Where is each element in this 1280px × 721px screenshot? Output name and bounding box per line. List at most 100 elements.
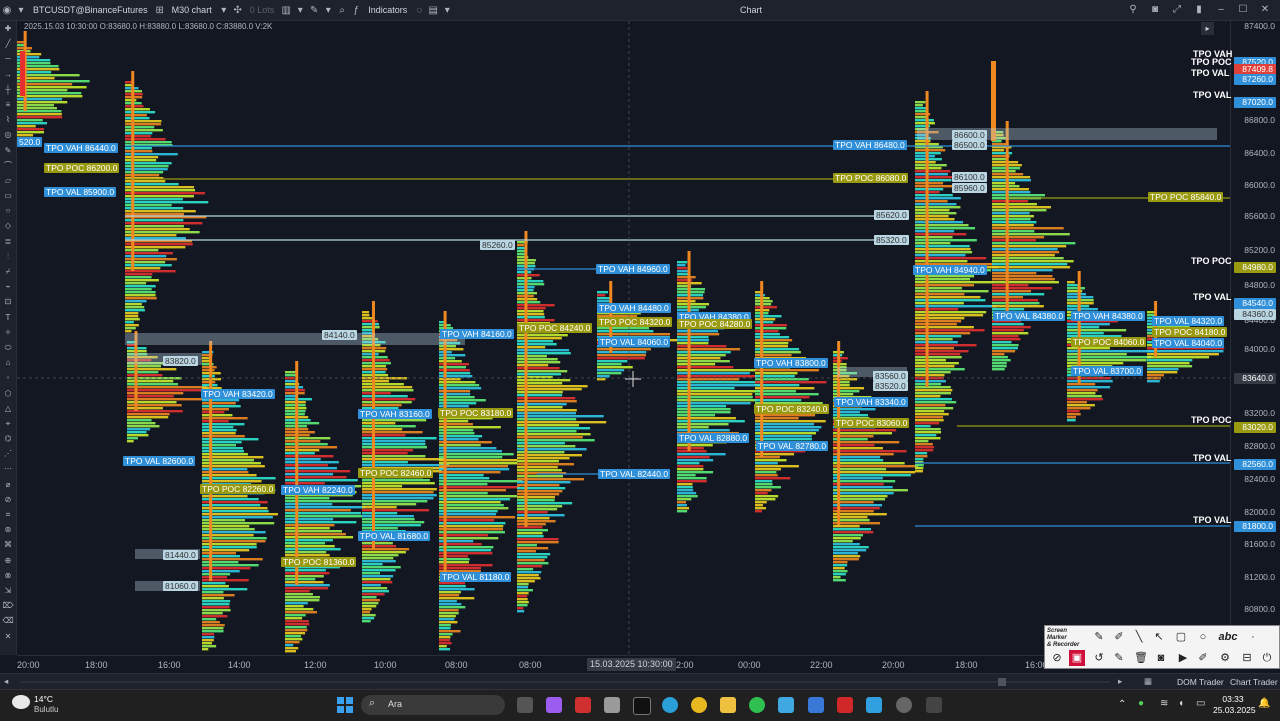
clock-date[interactable]: 25.03.2025 (1213, 705, 1256, 715)
drawing-tool-22-icon[interactable]: ⬭ (0, 340, 16, 355)
price-axis[interactable]: 87400.0 87020.0 86800.0 86400.0 86000.0 85600… (1230, 21, 1280, 655)
drawing-tool-40-icon[interactable]: ⌫ (0, 613, 16, 628)
drawing-tool-31-icon[interactable]: ⌀ (0, 477, 16, 492)
position-icon[interactable]: ✣ (231, 0, 245, 20)
drawing-tool-11-icon[interactable]: ▱ (0, 173, 16, 188)
drawing-tool-18-icon[interactable]: ⌁ (0, 279, 16, 294)
drawing-tool-27-icon[interactable]: ⌖ (0, 416, 16, 431)
drawing-tool-23-icon[interactable]: ⌂ (0, 355, 16, 370)
bar-type-chevron-icon[interactable]: ▾ (293, 0, 307, 20)
copilot-icon[interactable] (546, 697, 562, 713)
drawing-tool-20-icon[interactable]: T (0, 310, 16, 325)
tray-app-icon[interactable]: ● (1138, 698, 1144, 709)
drawing-tool-38-icon[interactable]: ⇲ (0, 583, 16, 598)
drawing-tool-17-icon[interactable]: ⌿ (0, 264, 16, 279)
drawing-tool-8-icon[interactable]: ◎ (0, 127, 16, 142)
drawing-tool-13-icon[interactable]: ○ (0, 203, 16, 218)
palette-icon[interactable]: ✐ (1195, 650, 1211, 666)
template-chevron-icon[interactable]: ▾ (440, 0, 454, 20)
app-blue-icon[interactable] (808, 697, 824, 713)
trash-icon[interactable]: 🗑 (1133, 650, 1149, 666)
arrow-icon[interactable]: ↖ (1151, 629, 1167, 645)
app-circle-icon[interactable] (896, 697, 912, 713)
terminal-icon[interactable] (633, 697, 651, 715)
volume-icon[interactable]: ◖ (1178, 698, 1184, 709)
weather-text[interactable]: Bulutlu (34, 705, 58, 714)
timeframe-chevron-icon[interactable]: ▾ (217, 0, 231, 20)
drawing-tool-34-icon[interactable]: ⊛ (0, 522, 16, 537)
lots-field[interactable]: 0 Lots (245, 0, 280, 20)
power-icon[interactable]: ⏻ (1259, 650, 1275, 666)
battery-icon[interactable]: ▭ (1196, 698, 1205, 709)
ninjatrader-icon[interactable] (778, 697, 794, 713)
pin-icon[interactable]: ▮ (1188, 0, 1210, 20)
scroll-left-icon[interactable]: ◂ (4, 676, 8, 687)
whatsapp-icon[interactable] (749, 697, 765, 713)
drawing-tool-9-icon[interactable]: ✎ (0, 143, 16, 158)
minimize-icon[interactable]: – (1210, 0, 1232, 20)
app-arrow-icon[interactable] (866, 697, 882, 713)
template-icon[interactable]: ▤ (426, 0, 440, 20)
app-logo-icon[interactable]: ◉ (0, 0, 14, 20)
marker-pen-icon[interactable]: ✐ (1111, 629, 1127, 645)
chrome-icon[interactable] (691, 697, 707, 713)
app-red-icon[interactable] (575, 697, 591, 713)
drawing-tool-19-icon[interactable]: ⊡ (0, 294, 16, 309)
drawing-tool-25-icon[interactable]: ⬡ (0, 386, 16, 401)
weather-temp[interactable]: 14°C (34, 694, 53, 704)
indicators-button[interactable]: Indicators (363, 0, 412, 20)
drawing-tool-32-icon[interactable]: ⊘ (0, 492, 16, 507)
dot-icon[interactable]: · (1245, 629, 1261, 645)
task-view-icon[interactable] (517, 697, 533, 713)
bar-type-icon[interactable]: ▥ (279, 0, 293, 20)
rectangle-icon[interactable]: ▢ (1173, 629, 1189, 645)
link-icon[interactable]: ⚲ (1122, 0, 1144, 20)
drawing-tool-36-icon[interactable]: ⊕ (0, 553, 16, 568)
drawing-tool-5-icon[interactable]: ┼ (0, 82, 16, 97)
drawing-tool-26-icon[interactable]: △ (0, 401, 16, 416)
search-box[interactable]: ⌕ Ara (361, 695, 505, 715)
drawing-tool-14-icon[interactable]: ◇ (0, 218, 16, 233)
timeframe-selector[interactable]: M30 chart (167, 0, 217, 20)
clock-time[interactable]: 03:33 (1213, 694, 1253, 704)
drawing-tool-37-icon[interactable]: ⊗ (0, 568, 16, 583)
dom-trader-button[interactable]: DOM Trader (1177, 677, 1224, 687)
drawing-tool-30-icon[interactable]: ⋯ (0, 461, 16, 476)
camera-snap-icon[interactable]: ◙ (1153, 650, 1169, 666)
settings-icon[interactable]: ⚙ (1217, 650, 1233, 666)
record-icon[interactable]: ▶ (1175, 650, 1191, 666)
indicators-icon[interactable]: ƒ (349, 0, 363, 20)
drawing-tool-4-icon[interactable]: → (0, 67, 16, 82)
app-sm-icon[interactable] (926, 697, 942, 713)
pencil-icon[interactable]: ✎ (307, 0, 321, 20)
drawing-tool-10-icon[interactable]: ⌒ (0, 158, 16, 173)
scroll-track[interactable] (20, 681, 1110, 683)
zoom-icon[interactable]: ⌕ (335, 0, 349, 20)
drawing-tool-35-icon[interactable]: ⌘ (0, 537, 16, 552)
drawing-tool-29-icon[interactable]: ⋰ (0, 446, 16, 461)
drawing-tool-28-icon[interactable]: ⌬ (0, 431, 16, 446)
app-gray-icon[interactable] (604, 697, 620, 713)
wifi-icon[interactable]: ≋ (1160, 698, 1168, 709)
expand-icon[interactable]: ⤢ (1166, 0, 1188, 20)
calendar-icon[interactable]: ▦ (1144, 676, 1152, 687)
drawing-tool-12-icon[interactable]: ▭ (0, 188, 16, 203)
drawing-tool-33-icon[interactable]: ⌗ (0, 507, 16, 522)
start-icon[interactable] (337, 697, 353, 713)
drawing-tool-24-icon[interactable]: ◦ (0, 370, 16, 385)
drawing-tool-1-icon[interactable]: ✚ (0, 21, 16, 36)
eraser-icon[interactable]: ✎ (1111, 650, 1127, 666)
undo-icon[interactable]: ↺ (1091, 650, 1107, 666)
hide-icon[interactable]: ⊘ (1049, 650, 1065, 666)
grid-icon[interactable]: ⊞ (153, 0, 167, 20)
scroll-right-icon[interactable]: ▸ (1118, 676, 1122, 687)
drawing-tool-41-icon[interactable]: ✕ (0, 629, 16, 644)
drawing-tool-3-icon[interactable]: ─ (0, 51, 16, 66)
line-icon[interactable]: ╲ (1131, 629, 1147, 645)
draw-chevron-icon[interactable]: ▾ (321, 0, 335, 20)
chart-trader-button[interactable]: Chart Trader (1230, 677, 1278, 687)
drawing-tool-21-icon[interactable]: ✧ (0, 325, 16, 340)
app-red2-icon[interactable] (837, 697, 853, 713)
drawing-tool-7-icon[interactable]: ⌇ (0, 112, 16, 127)
drawing-tool-2-icon[interactable]: ╱ (0, 36, 16, 51)
